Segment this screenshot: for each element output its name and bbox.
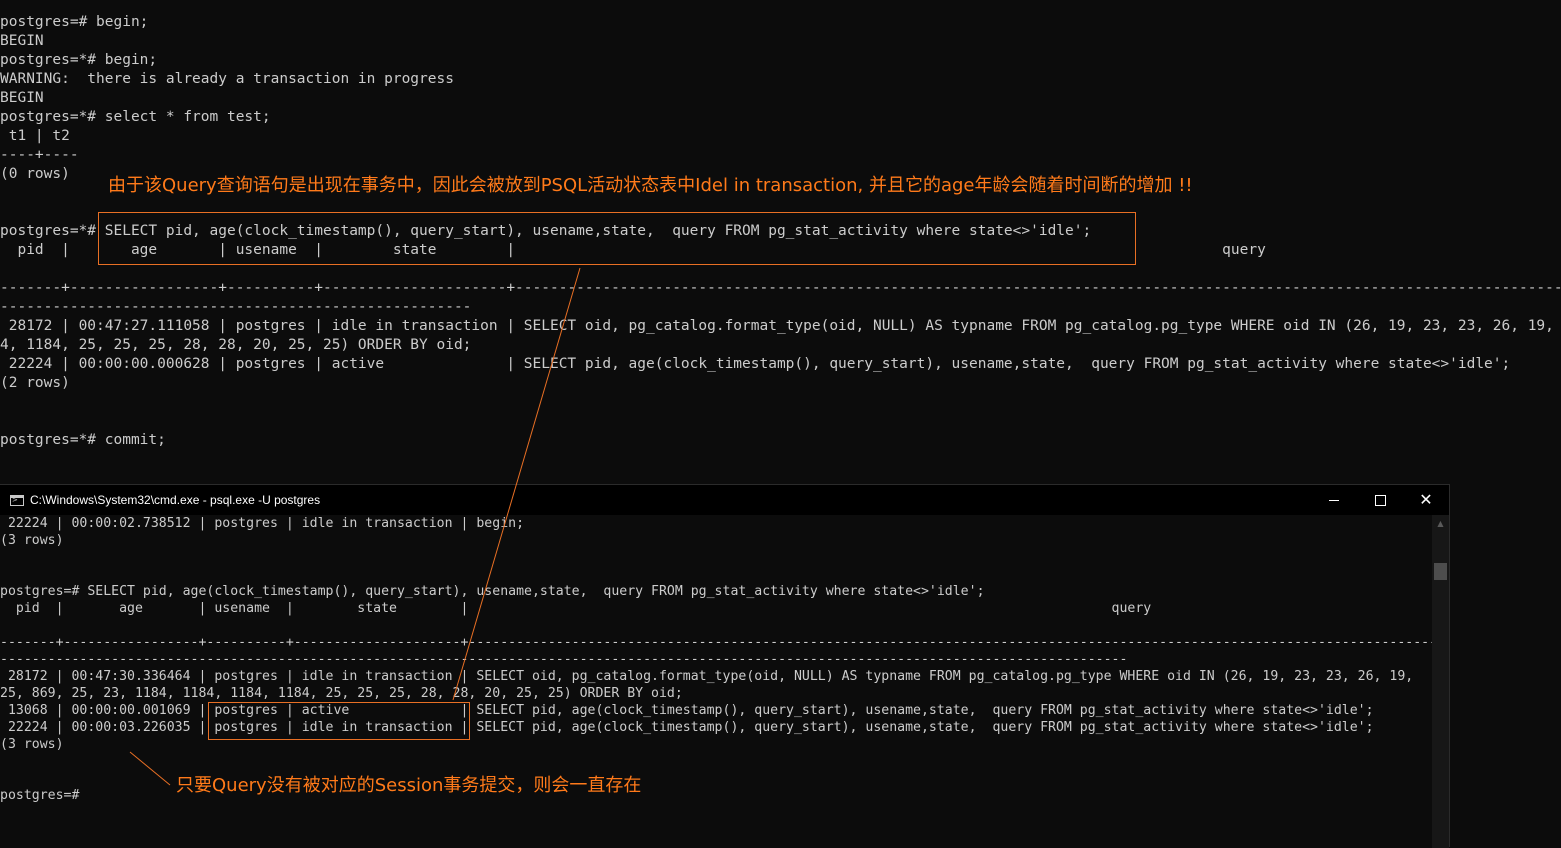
psql-output-window[interactable]: 22224 | 00:00:02.738512 | postgres | idl…: [0, 515, 1432, 804]
window-controls: ✕: [1311, 485, 1449, 515]
close-icon: ✕: [1419, 490, 1433, 509]
scroll-up-icon[interactable]: ▲: [1432, 517, 1449, 531]
cmd-app-icon: [10, 494, 24, 506]
highlight-box-query-header: [98, 212, 1136, 265]
annotation-until-commit: 只要Query没有被对应的Session事务提交，则会一直存在: [176, 775, 642, 796]
maximize-icon: [1374, 494, 1386, 506]
minimize-button[interactable]: [1311, 485, 1357, 515]
close-button[interactable]: ✕: [1403, 485, 1449, 515]
maximize-button[interactable]: [1357, 485, 1403, 515]
vertical-scrollbar[interactable]: ▲: [1432, 515, 1449, 848]
annotation-idle-in-transaction: 由于该Query查询语句是出现在事务中，因此会被放到PSQL活动状态表中Idel…: [108, 175, 1193, 196]
scrollbar-thumb[interactable]: [1434, 563, 1447, 580]
minimize-icon: [1329, 499, 1339, 501]
window-titlebar[interactable]: C:\Windows\System32\cmd.exe - psql.exe -…: [0, 485, 1449, 515]
highlight-box-idle-session: [208, 702, 470, 740]
window-title: C:\Windows\System32\cmd.exe - psql.exe -…: [30, 493, 321, 507]
